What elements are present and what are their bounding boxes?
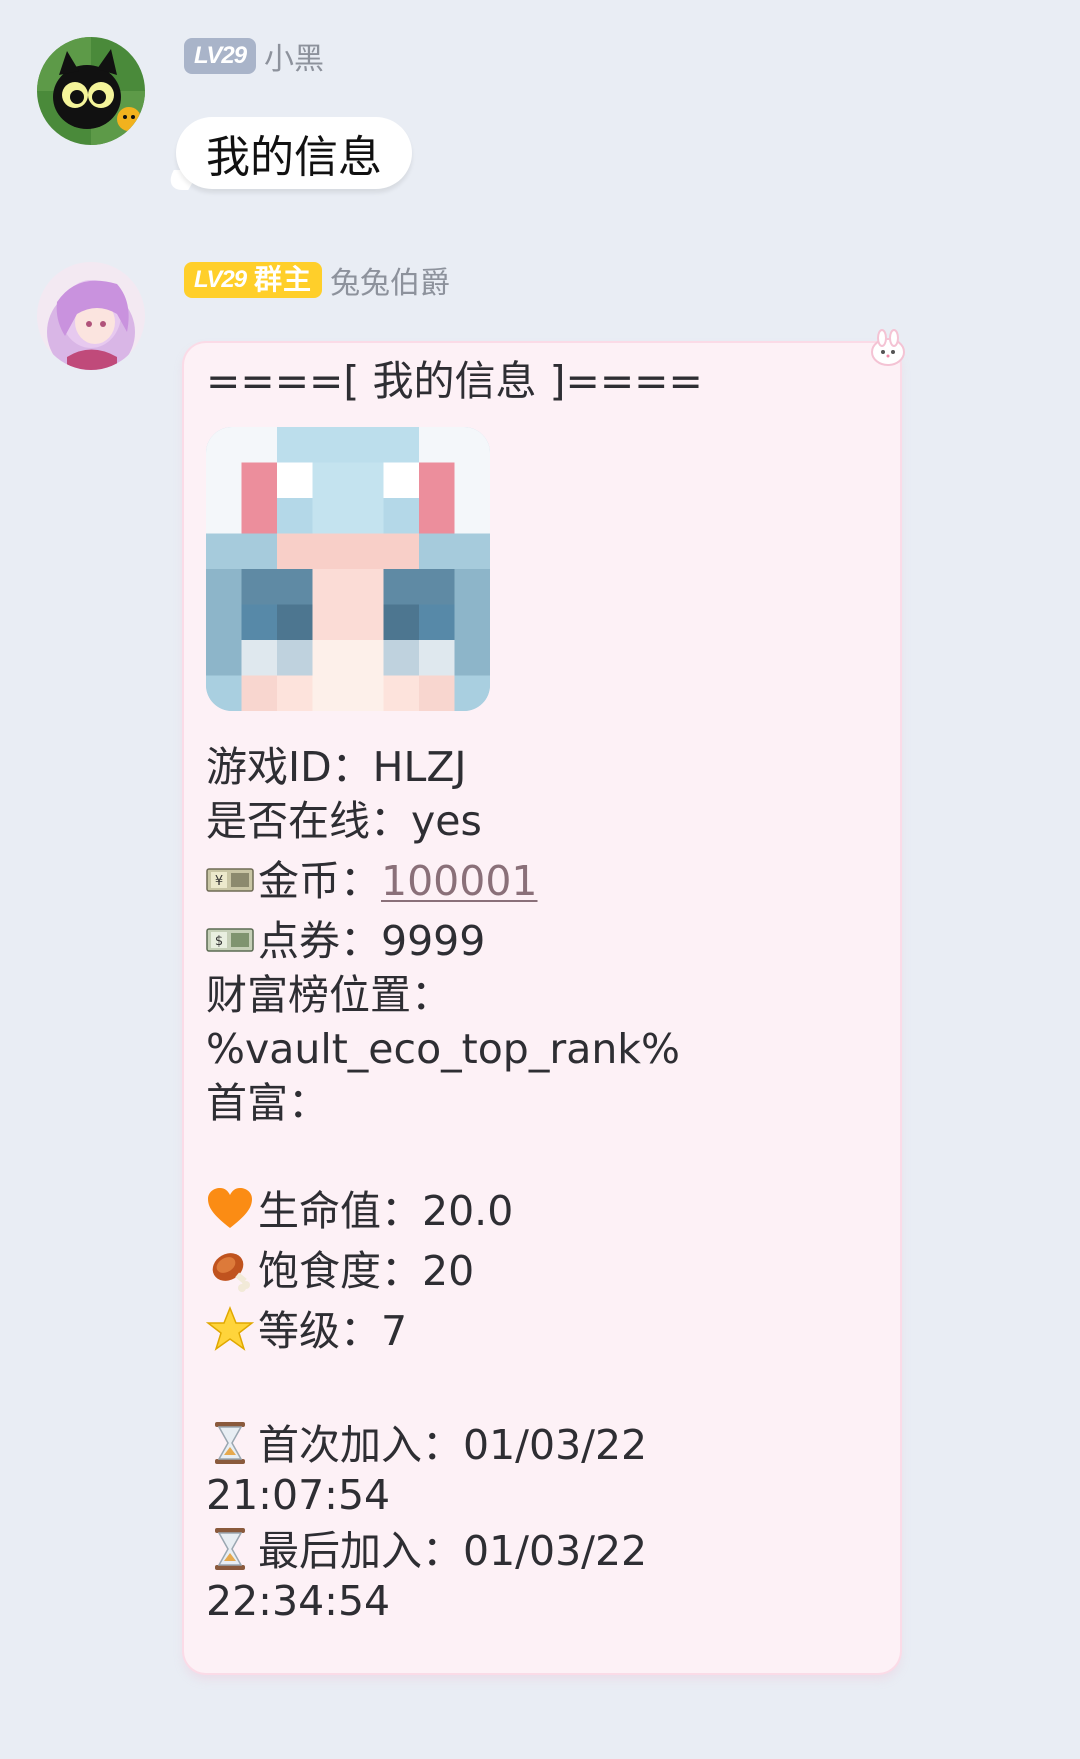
coins-label: 金币：	[258, 857, 381, 905]
anime-girl-avatar-icon	[37, 262, 145, 370]
last-join-label: 最后加入：	[258, 1527, 463, 1575]
richest-row: 首富：	[206, 1077, 329, 1129]
game-id-label: 游戏ID：	[206, 743, 373, 791]
message-text: 我的信息	[206, 132, 382, 183]
info-card-bubble[interactable]: ====[ 我的信息 ]==== 游戏ID：HLZJ 是否在线：yes ¥ 金币…	[184, 343, 900, 1673]
level-label: 等级：	[258, 1307, 381, 1355]
bunny-decoration-icon	[871, 329, 905, 366]
yen-banknote-icon: ¥	[206, 868, 254, 892]
orange-heart-icon	[208, 1188, 252, 1228]
game-id-row: 游戏ID：HLZJ	[206, 741, 467, 793]
message-bubble[interactable]: 我的信息	[176, 117, 412, 189]
coins-row: ¥ 金币：100001	[206, 855, 538, 907]
health-row: 生命值：20.0	[206, 1185, 513, 1237]
sender-name-row: LV29 小黑	[184, 34, 324, 78]
last-join-time-row: 22:34:54	[206, 1575, 390, 1627]
health-value: 20.0	[422, 1187, 514, 1235]
richest-label: 首富：	[206, 1079, 329, 1127]
online-label: 是否在线：	[206, 797, 411, 845]
avatar-xiaohei[interactable]	[37, 37, 145, 145]
level-text: LV29	[194, 266, 247, 293]
level-value: 7	[381, 1307, 408, 1355]
owner-tag: 群主	[254, 264, 313, 295]
svg-text:$: $	[215, 934, 223, 949]
avatar-tutu-bojue[interactable]	[37, 262, 145, 370]
meat-on-bone-icon	[212, 1253, 250, 1292]
last-join-date: 01/03/22	[463, 1527, 648, 1575]
points-label: 点券：	[258, 917, 381, 965]
last-join-time: 22:34:54	[206, 1577, 391, 1625]
first-join-row: 首次加入：01/03/22	[206, 1419, 647, 1471]
first-join-time-row: 21:07:54	[206, 1469, 390, 1521]
wealth-rank-label: 财富榜位置：	[206, 971, 452, 1019]
minecraft-skin-face-icon	[206, 427, 490, 711]
points-row: $ 点券：9999	[206, 915, 485, 967]
player-skin-image[interactable]	[206, 427, 490, 711]
game-id-value: HLZJ	[372, 743, 467, 791]
wealth-rank-row: 财富榜位置：	[206, 969, 452, 1021]
dollar-banknote-icon: $	[206, 928, 254, 952]
food-label: 饱食度：	[258, 1247, 422, 1295]
svg-text:¥: ¥	[215, 874, 223, 889]
first-join-time: 21:07:54	[206, 1471, 391, 1519]
first-join-label: 首次加入：	[258, 1421, 463, 1469]
wealth-rank-value: %vault_eco_top_rank%	[206, 1025, 681, 1073]
hourglass-icon	[215, 1422, 245, 1464]
sender-name-row: LV29 群主 兔兔伯爵	[184, 258, 450, 302]
level-badge: LV29	[184, 38, 257, 74]
owner-level-badge: LV29 群主	[184, 262, 323, 298]
sender-name[interactable]: 兔兔伯爵	[330, 258, 450, 302]
hourglass-icon	[215, 1528, 245, 1570]
points-value: 9999	[381, 917, 486, 965]
wealth-rank-value-row: %vault_eco_top_rank%	[206, 1023, 680, 1075]
last-join-row: 最后加入：01/03/22	[206, 1525, 647, 1577]
coins-value-link[interactable]: 100001	[381, 857, 538, 905]
online-value: yes	[411, 797, 482, 845]
level-row: 等级：7	[206, 1305, 407, 1357]
black-cat-avatar-icon	[37, 37, 145, 145]
first-join-date: 01/03/22	[463, 1421, 648, 1469]
food-value: 20	[422, 1247, 475, 1295]
food-row: 饱食度：20	[206, 1245, 474, 1297]
sender-name[interactable]: 小黑	[264, 34, 324, 78]
health-label: 生命值：	[258, 1187, 422, 1235]
star-icon	[206, 1305, 254, 1351]
online-row: 是否在线：yes	[206, 795, 482, 847]
card-header: ====[ 我的信息 ]====	[206, 357, 703, 405]
